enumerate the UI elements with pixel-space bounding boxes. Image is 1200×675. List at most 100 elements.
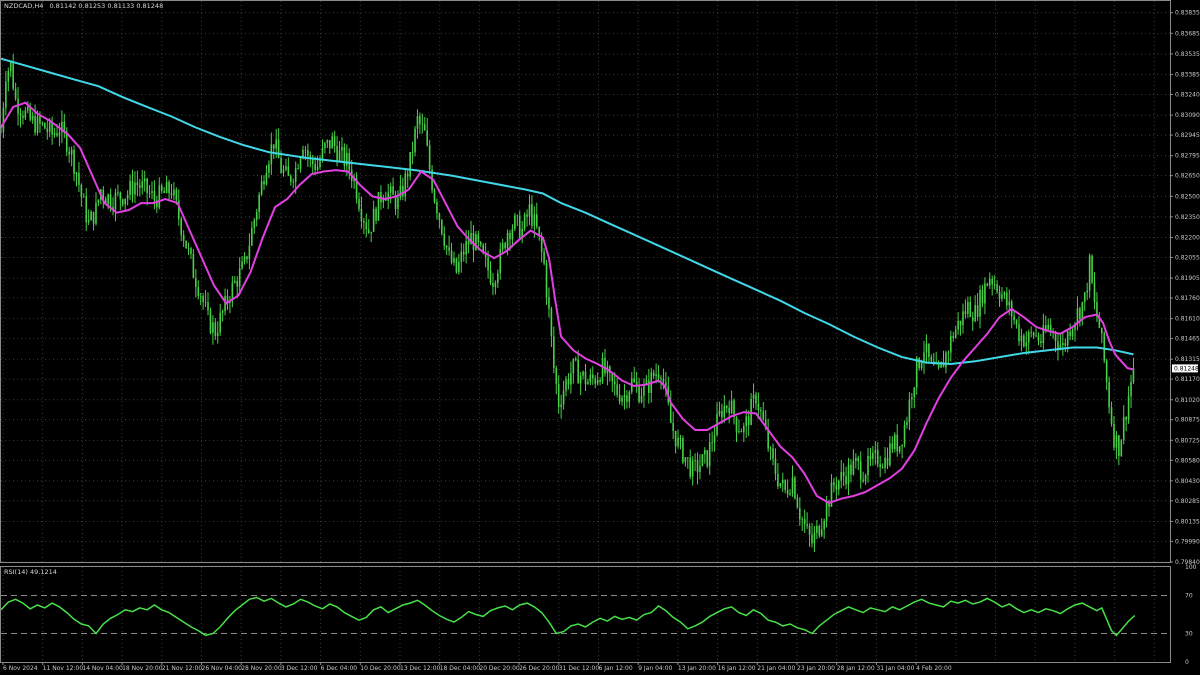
candle-body xyxy=(143,178,146,182)
candle-body xyxy=(959,320,962,326)
candle-body xyxy=(969,301,972,318)
time-tick-label: 31 Jan 04:00 xyxy=(876,665,914,672)
candle-body xyxy=(745,416,748,427)
price-tick-label: 0.83685 xyxy=(1175,30,1200,37)
candle-body xyxy=(268,164,270,173)
candle-body xyxy=(704,450,706,455)
rsi-title: RSI(14) 49.1214 xyxy=(4,568,57,576)
time-tick-label: 28 Jan 12:00 xyxy=(837,665,875,672)
candle-body xyxy=(616,384,618,395)
candle-body xyxy=(246,256,248,260)
candle-body xyxy=(212,322,214,333)
candle-body xyxy=(448,247,450,251)
candle-body xyxy=(920,362,923,369)
time-tick-label: 9 Jan 04:00 xyxy=(638,665,672,672)
candle-body xyxy=(26,106,29,111)
price-tick-label: 0.82055 xyxy=(1175,254,1200,261)
candle-body xyxy=(397,197,399,209)
candle-body xyxy=(842,472,845,477)
time-tick-label: 3 Dec 12:00 xyxy=(281,665,318,672)
candle-body xyxy=(168,182,170,194)
candle-body xyxy=(282,169,285,173)
candle-body xyxy=(153,191,156,201)
candle-body xyxy=(1027,332,1030,343)
candle-body xyxy=(584,371,587,385)
candle-body xyxy=(928,343,930,357)
candle-body xyxy=(835,485,838,490)
candle-body xyxy=(9,62,12,72)
candle-body xyxy=(117,192,119,194)
candle-body xyxy=(638,385,640,402)
candle-body xyxy=(319,160,321,167)
candle-body xyxy=(375,208,377,221)
candle-body xyxy=(633,378,636,382)
candle-body xyxy=(582,371,584,376)
time-tick-label: 14 Nov 04:00 xyxy=(82,665,123,672)
chart-header: NZDCAD,H4 0.81142 0.81253 0.81133 0.8124… xyxy=(4,2,163,10)
candle-body xyxy=(567,379,570,385)
candle-body xyxy=(981,289,984,304)
candle-body xyxy=(192,253,195,278)
time-tick-label: 4 Feb 20:00 xyxy=(916,665,952,672)
candle-body xyxy=(1127,396,1130,420)
candle-body xyxy=(811,534,813,544)
candle-body xyxy=(886,457,889,466)
candle-body xyxy=(806,524,808,526)
candle-body xyxy=(131,180,134,195)
candle-body xyxy=(565,379,567,391)
candle-body xyxy=(1103,333,1106,361)
candle-body xyxy=(845,476,847,485)
candle-body xyxy=(562,390,565,405)
candle-body xyxy=(445,245,448,248)
candle-body xyxy=(392,186,394,195)
candle-body xyxy=(389,186,392,193)
candle-body xyxy=(555,368,558,384)
candle-body xyxy=(708,442,711,467)
candle-body xyxy=(436,201,438,214)
candle-body xyxy=(404,173,407,197)
candle-body xyxy=(426,130,428,146)
price-tick-label: 0.80725 xyxy=(1175,437,1200,444)
candle-body xyxy=(774,458,777,475)
symbol-label: NZDCAD,H4 xyxy=(4,2,43,10)
candle-body xyxy=(365,222,368,230)
candle-body xyxy=(862,479,864,482)
candle-body xyxy=(694,459,696,461)
candle-body xyxy=(1044,325,1047,330)
candle-body xyxy=(523,214,526,229)
chart-canvas[interactable]: NZDCAD,H4 0.81142 0.81253 0.81133 0.8124… xyxy=(0,0,1200,675)
candle-body xyxy=(187,248,190,249)
candle-body xyxy=(121,199,124,205)
candle-body xyxy=(728,407,730,414)
candle-body xyxy=(170,193,173,196)
candle-body xyxy=(299,158,302,169)
candle-body xyxy=(197,286,200,296)
candle-body xyxy=(1115,435,1118,448)
price-tick-label: 0.80285 xyxy=(1175,498,1200,505)
candle-body xyxy=(857,457,860,462)
rsi-tick-label: 0 xyxy=(1185,659,1189,666)
candle-body xyxy=(592,374,594,379)
candle-body xyxy=(657,374,660,379)
candle-body xyxy=(1003,292,1006,295)
candle-body xyxy=(964,311,967,314)
candle-body xyxy=(986,283,989,286)
candle-body xyxy=(423,124,426,131)
price-tick-label: 0.79990 xyxy=(1175,538,1200,545)
time-tick-label: 6 Jan 12:00 xyxy=(599,665,633,672)
candle-body xyxy=(682,438,684,463)
candle-body xyxy=(957,320,959,330)
price-tick-label: 0.82945 xyxy=(1175,132,1200,139)
candle-body xyxy=(19,113,22,116)
candle-body xyxy=(304,149,307,151)
candle-body xyxy=(988,278,991,286)
rsi-tick-label: 100 xyxy=(1185,564,1197,571)
candle-body xyxy=(750,398,752,425)
candle-body xyxy=(672,422,674,431)
candle-body xyxy=(833,482,835,486)
candle-body xyxy=(579,375,582,384)
time-tick-label: 26 Dec 20:00 xyxy=(519,665,560,672)
candle-body xyxy=(528,204,531,217)
candle-body xyxy=(574,358,577,360)
candle-body xyxy=(419,116,421,124)
